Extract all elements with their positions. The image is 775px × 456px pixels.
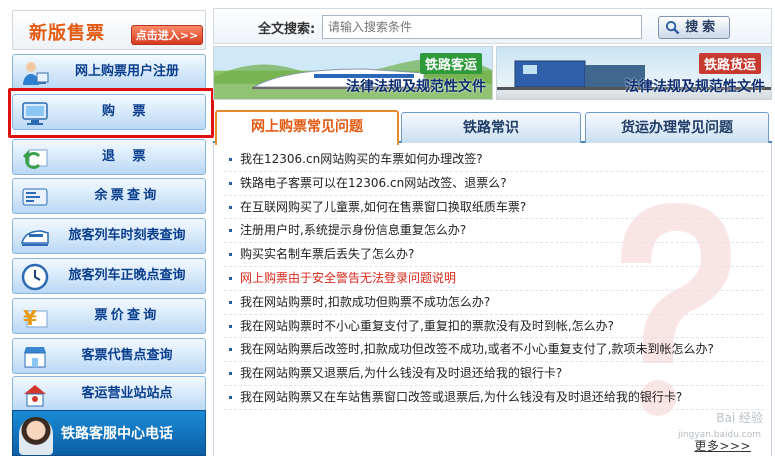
train-icon (21, 223, 49, 251)
list-item[interactable]: 我在网站购票时不小心重复支付了,重复扣的票款没有及时到帐,怎么办? (224, 315, 764, 339)
tab-freight-faq[interactable]: 货运办理常见问题 (585, 112, 769, 143)
sidebar-item-label: 购 票 (101, 104, 153, 119)
watermark-logo: Bai 经验 (716, 411, 763, 425)
search-bar: 全文搜索: 搜索 (213, 8, 772, 44)
passenger-tag: 铁路客运 (419, 53, 482, 74)
sidebar-item-timetable[interactable]: 旅客列车时刻表查询 (12, 218, 206, 254)
sidebar-item-label: 客票代售点查询 (81, 348, 173, 363)
faq-tabs: 网上购票常见问题 铁路常识 货运办理常见问题 (213, 108, 772, 145)
faq-link[interactable]: 我在网站购票时,扣款成功但购票不成功怎么办? (240, 295, 490, 309)
faq-link[interactable]: 我在网站购票时不小心重复支付了,重复扣的票款没有及时到帐,怎么办? (240, 319, 614, 333)
faq-list: 我在12306.cn网站购买的车票如何办理改签? 铁路电子客票可以在12306.… (224, 148, 764, 410)
sidebar-item-user-register[interactable]: 网上购票用户注册 (12, 54, 206, 90)
faq-link-warning[interactable]: 网上购票由于安全警告无法登录问题说明 (240, 271, 456, 285)
sidebar-item-delay-query[interactable]: 旅客列车正晚点查询 (12, 258, 206, 294)
sidebar-item-label: 客运营业站站点 (81, 386, 173, 401)
computer-ticket-icon (21, 99, 49, 127)
faq-link[interactable]: 铁路电子客票可以在12306.cn网站改签、退票么? (240, 176, 507, 190)
sidebar-item-price-query[interactable]: ¥ 票价查询 (12, 298, 206, 334)
svg-text:¥: ¥ (23, 306, 37, 330)
search-icon (665, 20, 680, 35)
freight-banner-title: 法律法规及规范性文件 (625, 79, 765, 95)
sidebar-item-buy-ticket[interactable]: 购 票 (12, 94, 206, 130)
list-item[interactable]: 我在网站购票又在车站售票窗口改签或退票后,为什么钱没有及时退还给我的银行卡? (224, 386, 764, 410)
list-item[interactable]: 铁路电子客票可以在12306.cn网站改签、退票么? (224, 172, 764, 196)
faq-link[interactable]: 我在网站购票又在车站售票窗口改签或退票后,为什么钱没有及时退还给我的银行卡? (240, 390, 682, 404)
left-sidebar: 新版售票 点击进入>> 网上购票用户注册 购 票 退 票 余票查询 旅客列车时刻… (8, 8, 214, 456)
search-button[interactable]: 搜索 (658, 16, 730, 39)
list-item[interactable]: 在互联网购买了儿童票,如何在售票窗口换取纸质车票? (224, 196, 764, 220)
search-input[interactable] (322, 15, 642, 39)
sidebar-item-refund[interactable]: 退 票 (12, 139, 206, 175)
sidebar-item-agency-query[interactable]: 客票代售点查询 (12, 338, 206, 374)
tab-online-ticket-faq[interactable]: 网上购票常见问题 (215, 110, 399, 145)
more-link[interactable]: 更多>>> (694, 437, 751, 454)
faq-link[interactable]: 注册用户时,系统提示身份信息重复怎么办? (240, 223, 466, 237)
list-item[interactable]: 购买实名制车票后丢失了怎么办? (224, 243, 764, 267)
station-icon (21, 381, 49, 409)
sidebar-item-label: 票价查询 (94, 308, 160, 323)
service-agent-icon (19, 417, 53, 455)
ticket-stub-icon (21, 183, 49, 211)
sidebar-item-label: 余票查询 (94, 188, 160, 203)
sidebar-item-station[interactable]: 客运营业站站点 (12, 376, 206, 412)
service-label: 铁路客服中心电话 (61, 426, 173, 442)
enter-new-version-button[interactable]: 点击进入>> (131, 25, 203, 45)
search-label: 全文搜索: (258, 22, 316, 37)
faq-link[interactable]: 购买实名制车票后丢失了怎么办? (240, 247, 414, 261)
list-item[interactable]: 我在网站购票时,扣款成功但购票不成功怎么办? (224, 291, 764, 315)
list-item[interactable]: 注册用户时,系统提示身份信息重复怎么办? (224, 219, 764, 244)
sidebar-item-label: 旅客列车正晚点查询 (68, 268, 186, 283)
list-item[interactable]: 网上购票由于安全警告无法登录问题说明 (224, 267, 764, 291)
list-item[interactable]: 我在网站购票又退票后,为什么钱没有及时退还给我的银行卡? (224, 362, 764, 386)
return-arrow-icon (21, 144, 49, 172)
list-item[interactable]: 我在网站购票后改签时,扣款成功但改签不成功,或者不小心重复支付了,款项未到帐怎么… (224, 338, 764, 363)
freight-tag: 铁路货运 (698, 53, 761, 74)
shop-icon (21, 343, 49, 371)
tab-railway-knowledge[interactable]: 铁路常识 (401, 112, 581, 143)
freight-law-banner[interactable]: 铁路货运 法律法规及规范性文件 (496, 46, 772, 100)
sidebar-item-label: 旅客列车时刻表查询 (68, 228, 186, 243)
search-button-label: 搜索 (685, 20, 719, 35)
faq-link[interactable]: 我在12306.cn网站购买的车票如何办理改签? (240, 152, 483, 166)
new-version-banner[interactable]: 新版售票 点击进入>> (12, 10, 206, 50)
faq-link[interactable]: 在互联网购买了儿童票,如何在售票窗口换取纸质车票? (240, 200, 526, 214)
passenger-law-banner[interactable]: 铁路客运 法律法规及规范性文件 (213, 46, 493, 100)
faq-panel: 我在12306.cn网站购买的车票如何办理改签? 铁路电子客票可以在12306.… (213, 143, 772, 456)
passenger-banner-title: 法律法规及规范性文件 (346, 79, 486, 95)
sidebar-item-label: 网上购票用户注册 (74, 64, 179, 79)
yuan-price-icon: ¥ (21, 303, 49, 331)
sidebar-item-label: 退 票 (101, 149, 153, 164)
faq-link[interactable]: 我在网站购票后改签时,扣款成功但改签不成功,或者不小心重复支付了,款项未到帐怎么… (240, 342, 714, 356)
new-version-title: 新版售票 (29, 23, 105, 44)
user-register-icon (21, 59, 49, 87)
list-item[interactable]: 我在12306.cn网站购买的车票如何办理改签? (224, 148, 764, 172)
sidebar-item-remaining-tickets[interactable]: 余票查询 (12, 178, 206, 214)
faq-link[interactable]: 我在网站购票又退票后,为什么钱没有及时退还给我的银行卡? (240, 366, 562, 380)
clock-icon (21, 263, 49, 291)
customer-service-hotline[interactable]: 铁路客服中心电话 (12, 410, 206, 456)
